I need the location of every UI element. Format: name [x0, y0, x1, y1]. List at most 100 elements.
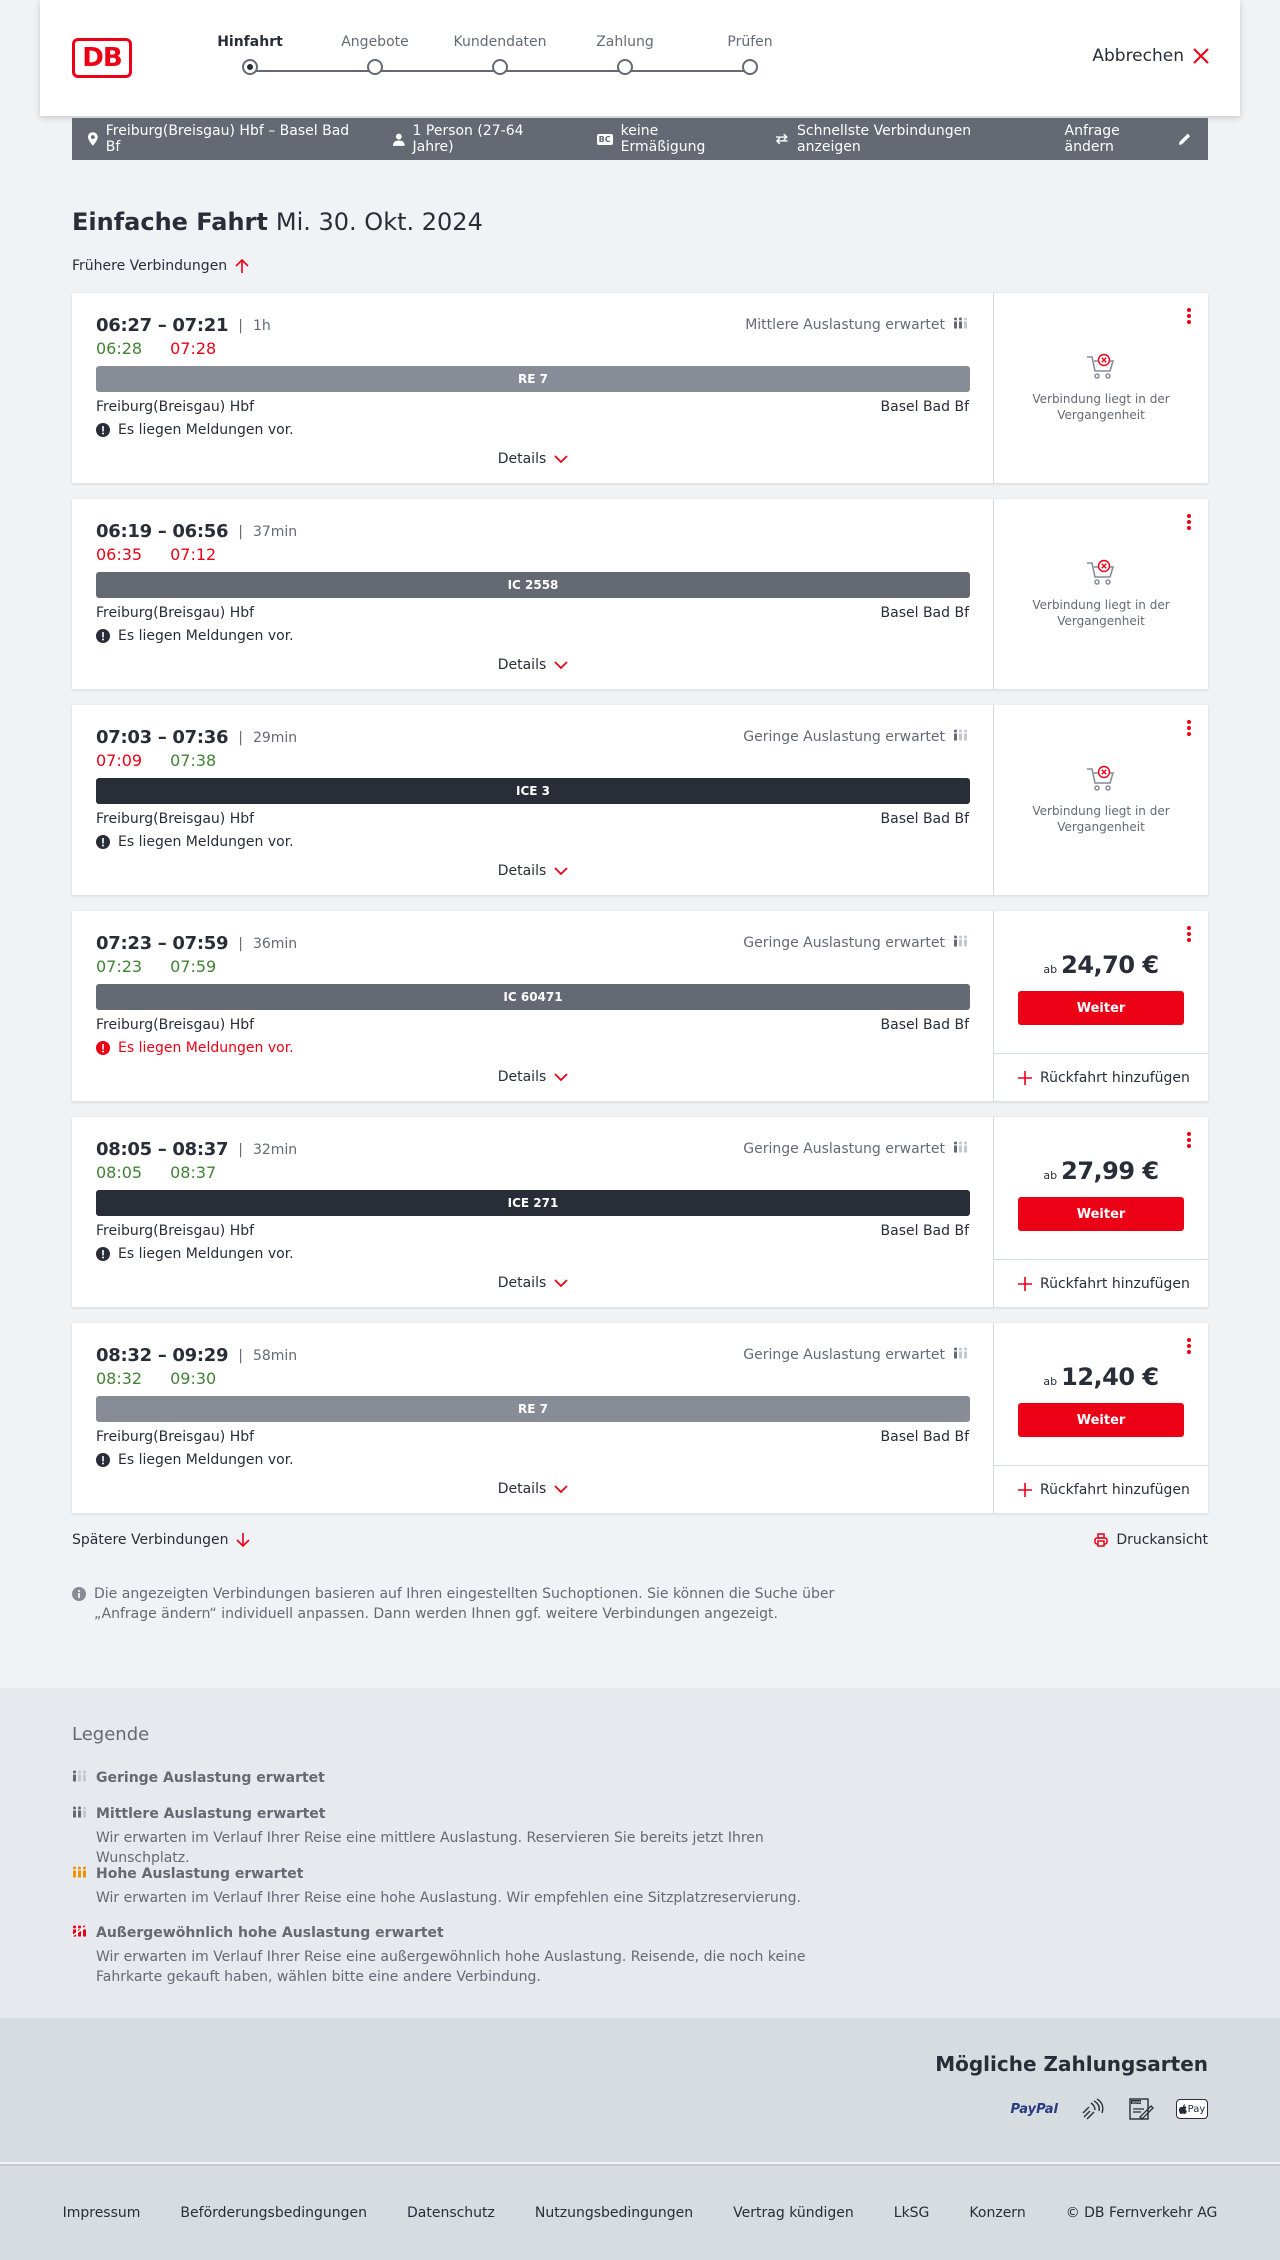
cancel-button[interactable]: Abbrechen [1092, 46, 1210, 66]
add-return-trip-button[interactable]: Rückfahrt hinzufügen [994, 1259, 1208, 1307]
price-display: ab 12,40 € [994, 1363, 1208, 1391]
occupancy-text: Geringe Auslastung erwartet [743, 1347, 945, 1363]
connection-card[interactable]: 07:23 – 07:59 | 36min 07:23 07:59 Geringe Aus… [72, 911, 1208, 1101]
more-options-icon[interactable] [1186, 719, 1192, 737]
realtime-arrival: 08:37 [170, 1163, 217, 1182]
details-label: Details [497, 1275, 547, 1291]
duration: 32min [252, 1141, 298, 1158]
occupancy-indicator: Geringe Auslastung erwartet [743, 935, 969, 951]
connection-details: 07:23 – 07:59 | 36min 07:23 07:59 Geringe Aus… [72, 911, 994, 1101]
discount-summary[interactable]: BC keine Ermäßigung [596, 123, 744, 155]
destination-station: Basel Bad Bf [880, 399, 969, 415]
service-message[interactable]: Es liegen Meldungen vor. [96, 1246, 294, 1262]
train-segment-bar[interactable]: RE 7 [96, 366, 970, 392]
route-text: Freiburg(Breisgau) Hbf – Basel Bad Bf [105, 123, 350, 155]
train-segment-bar[interactable]: RE 7 [96, 1396, 970, 1422]
past-connection-notice: Verbindung liegt in der Vergangenheit [994, 765, 1208, 835]
more-options-icon[interactable] [1186, 1131, 1192, 1149]
step-dot [742, 59, 758, 75]
legend-item-description: Wir erwarten im Verlauf Ihrer Reise eine… [96, 1949, 806, 1985]
sepa-text: SEPA [1132, 2100, 1141, 2104]
route-summary[interactable]: Freiburg(Breisgau) Hbf – Basel Bad Bf [88, 123, 361, 155]
service-message[interactable]: Es liegen Meldungen vor. [96, 1040, 294, 1056]
footer-link[interactable]: Datenschutz [407, 2205, 495, 2221]
add-return-trip-button[interactable]: Rückfahrt hinzufügen [994, 1053, 1208, 1101]
planned-times: 08:05 – 08:37 | 32min [96, 1139, 297, 1160]
occupancy-text: Geringe Auslastung erwartet [743, 729, 945, 745]
service-message[interactable]: Es liegen Meldungen vor. [96, 1452, 294, 1468]
passenger-summary[interactable]: 1 Person (27-64 Jahre) [392, 123, 565, 155]
details-toggle[interactable]: Details [72, 451, 994, 467]
footer-link[interactable]: Nutzungsbedingungen [535, 2205, 693, 2221]
train-segment-bar[interactable]: ICE 3 [96, 778, 970, 804]
earlier-label: Frühere Verbindungen [72, 258, 228, 274]
price-display: ab 24,70 € [994, 951, 1208, 979]
plus-icon [1018, 1276, 1032, 1291]
change-request-text: Anfrage ändern [1064, 123, 1120, 155]
location-pin-icon [88, 132, 98, 146]
connection-card[interactable]: 08:05 – 08:37 | 32min 08:05 08:37 Geringe Aus… [72, 1117, 1208, 1307]
continue-button[interactable]: Weiter [1018, 1403, 1184, 1437]
train-segment-bar[interactable]: IC 60471 [96, 984, 970, 1010]
connection-details: 08:32 – 09:29 | 58min 08:32 09:30 Geringe Aus… [72, 1323, 994, 1513]
duration: 36min [252, 935, 298, 952]
connection-card[interactable]: 08:32 – 09:29 | 58min 08:32 09:30 Geringe Aus… [72, 1323, 1208, 1513]
chevron-down-icon [554, 454, 568, 463]
past-text: Verbindung liegt in der Vergangenheit [1032, 598, 1170, 628]
info-icon [72, 1587, 86, 1601]
continue-button[interactable]: Weiter [1018, 1197, 1184, 1231]
service-message[interactable]: Es liegen Meldungen vor. [96, 834, 294, 850]
more-options-icon[interactable] [1186, 1337, 1192, 1355]
train-name: ICE 271 [507, 1196, 559, 1210]
train-segment-bar[interactable]: ICE 271 [96, 1190, 970, 1216]
realtime-departure: 06:28 [96, 339, 143, 358]
train-segment-bar[interactable]: IC 2558 [96, 572, 970, 598]
realtime-departure: 07:09 [96, 751, 143, 770]
details-toggle[interactable]: Details [72, 1275, 994, 1291]
details-toggle[interactable]: Details [72, 863, 994, 879]
earlier-connections-button[interactable]: Frühere Verbindungen [72, 258, 249, 274]
connection-details: 08:05 – 08:37 | 32min 08:05 08:37 Geringe Aus… [72, 1117, 994, 1307]
change-request-button[interactable]: Anfrage ändern [1065, 123, 1192, 155]
connection-card[interactable]: 06:19 – 06:56 | 37min 06:35 07:12 IC 2558 Frei… [72, 499, 1208, 689]
service-message[interactable]: Es liegen Meldungen vor. [96, 628, 294, 644]
footer: Impressum Beförderungsbedingungen Datensch… [0, 2164, 1280, 2260]
occupancy-icon [953, 1347, 969, 1363]
realtime-arrival: 07:12 [170, 545, 217, 564]
legend-item: Außergewöhnlich hohe Auslastung erwartet… [71, 1925, 852, 1987]
realtime-departure: 08:32 [96, 1369, 143, 1388]
continue-button[interactable]: Weiter [1018, 991, 1184, 1025]
footer-link[interactable]: Konzern [969, 2205, 1025, 2221]
details-toggle[interactable]: Details [72, 1069, 994, 1085]
cancel-label: Abbrechen [1092, 46, 1184, 66]
footer-link[interactable]: Vertrag kündigen [733, 2205, 854, 2221]
fastest-connections-toggle[interactable]: Schnellste Verbindungen anzeigen [775, 123, 1032, 155]
footer-link[interactable]: Beförderungsbedingungen [180, 2205, 367, 2221]
connection-card[interactable]: 06:27 – 07:21 | 1h 06:28 07:28 Mittlere Ausla… [72, 293, 1208, 483]
origin-station: Freiburg(Breisgau) Hbf [96, 605, 255, 621]
search-summary-bar: Freiburg(Breisgau) Hbf – Basel Bad Bf 1 … [72, 118, 1208, 160]
more-options-icon[interactable] [1186, 925, 1192, 943]
later-connections-button[interactable]: Spätere Verbindungen [72, 1532, 251, 1548]
footer-link[interactable]: LkSG [894, 2205, 930, 2221]
print-view-button[interactable]: Druckansicht [1094, 1532, 1208, 1548]
more-options-icon[interactable] [1186, 307, 1192, 325]
train-name: ICE 3 [516, 784, 550, 798]
details-label: Details [497, 1481, 547, 1497]
connection-card[interactable]: 07:03 – 07:36 | 29min 07:09 07:38 Geringe Aus… [72, 705, 1208, 895]
add-return-trip-button[interactable]: Rückfahrt hinzufügen [994, 1465, 1208, 1513]
more-options-icon[interactable] [1186, 513, 1192, 531]
details-toggle[interactable]: Details [72, 657, 994, 673]
offer-panel: ab 12,40 € Weiter Rückfahrt hinzufügen [994, 1323, 1208, 1513]
connection-details: 07:03 – 07:36 | 29min 07:09 07:38 Geringe Aus… [72, 705, 994, 895]
contactless-card-icon [1080, 2098, 1106, 2120]
pencil-icon [1179, 133, 1191, 145]
legend-item: Geringe Auslastung erwartet [72, 1770, 852, 1786]
db-logo[interactable]: DB [72, 38, 132, 78]
alert-circle-icon [96, 1453, 110, 1467]
service-message[interactable]: Es liegen Meldungen vor. [96, 422, 294, 438]
cart-unavailable-icon [1087, 559, 1115, 585]
details-toggle[interactable]: Details [72, 1481, 994, 1497]
origin-station: Freiburg(Breisgau) Hbf [96, 1017, 255, 1033]
footer-link[interactable]: Impressum [63, 2205, 141, 2221]
